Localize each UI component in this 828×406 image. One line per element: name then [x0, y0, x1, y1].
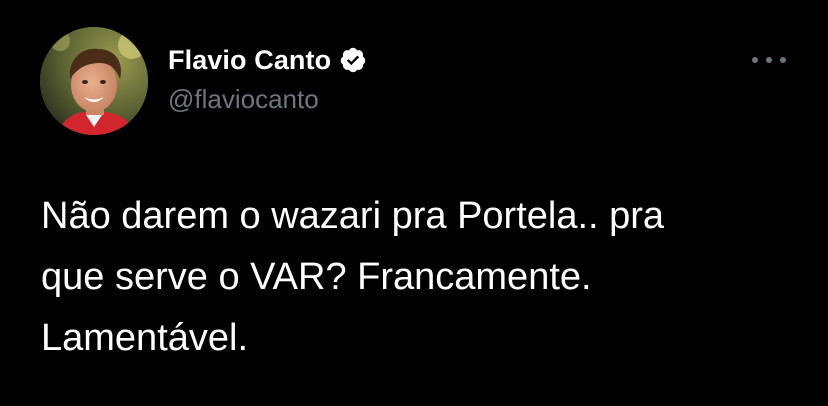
dot — [766, 57, 772, 63]
author-display-name[interactable]: Flavio Canto — [168, 45, 331, 76]
tweet-text-line: Lamentável. — [41, 317, 249, 359]
verified-badge-icon — [339, 46, 367, 74]
dot — [780, 57, 786, 63]
tweet-card: Flavio Canto @flaviocanto Não darem o wa… — [0, 0, 828, 406]
tweet-text-line: que serve o VAR? Francamente. — [41, 256, 592, 298]
more-options-icon[interactable] — [752, 50, 786, 70]
author-name-row[interactable]: Flavio Canto — [168, 42, 367, 78]
author-handle[interactable]: @flaviocanto — [168, 84, 319, 115]
tweet-text-line: Não darem o wazari pra Portela.. pra — [41, 195, 665, 237]
tweet-text: Não darem o wazari pra Portela.. pra que… — [41, 186, 801, 369]
avatar-image — [40, 27, 148, 135]
avatar[interactable] — [40, 27, 148, 135]
dot — [752, 57, 758, 63]
